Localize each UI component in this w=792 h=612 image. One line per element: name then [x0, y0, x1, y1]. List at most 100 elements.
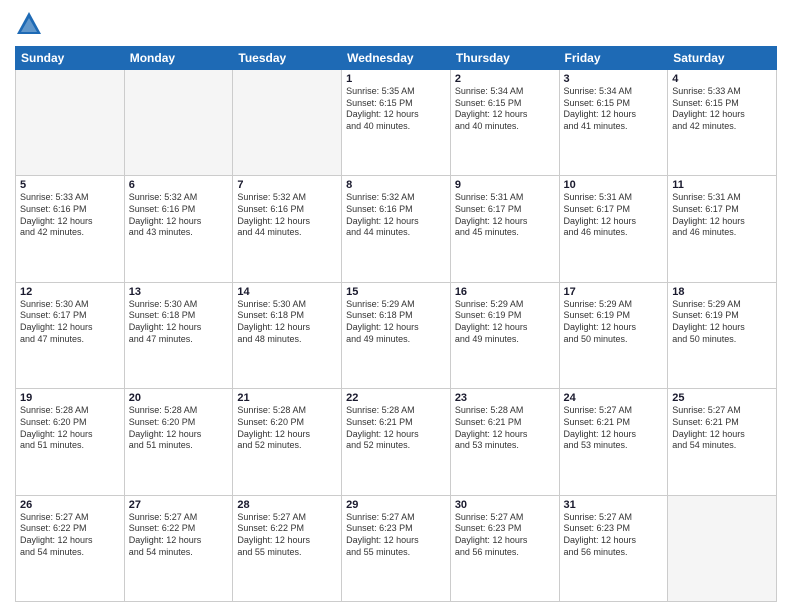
- day-info: Sunrise: 5:29 AMSunset: 6:19 PMDaylight:…: [564, 299, 664, 346]
- day-info: Sunrise: 5:32 AMSunset: 6:16 PMDaylight:…: [346, 192, 446, 239]
- day-info: Sunrise: 5:27 AMSunset: 6:23 PMDaylight:…: [455, 512, 555, 559]
- day-info: Sunrise: 5:31 AMSunset: 6:17 PMDaylight:…: [564, 192, 664, 239]
- calendar-cell: 8Sunrise: 5:32 AMSunset: 6:16 PMDaylight…: [342, 176, 451, 282]
- calendar-cell: 21Sunrise: 5:28 AMSunset: 6:20 PMDayligh…: [233, 389, 342, 495]
- calendar-cell: 23Sunrise: 5:28 AMSunset: 6:21 PMDayligh…: [450, 389, 559, 495]
- day-info: Sunrise: 5:27 AMSunset: 6:22 PMDaylight:…: [129, 512, 229, 559]
- calendar-cell: 27Sunrise: 5:27 AMSunset: 6:22 PMDayligh…: [124, 495, 233, 601]
- day-number: 3: [564, 73, 664, 85]
- day-info: Sunrise: 5:30 AMSunset: 6:17 PMDaylight:…: [20, 299, 120, 346]
- calendar-cell: 9Sunrise: 5:31 AMSunset: 6:17 PMDaylight…: [450, 176, 559, 282]
- col-header-friday: Friday: [559, 47, 668, 70]
- day-info: Sunrise: 5:33 AMSunset: 6:15 PMDaylight:…: [672, 86, 772, 133]
- calendar-cell: 17Sunrise: 5:29 AMSunset: 6:19 PMDayligh…: [559, 282, 668, 388]
- day-number: 23: [455, 392, 555, 404]
- calendar-cell: 11Sunrise: 5:31 AMSunset: 6:17 PMDayligh…: [668, 176, 777, 282]
- calendar-cell: 7Sunrise: 5:32 AMSunset: 6:16 PMDaylight…: [233, 176, 342, 282]
- day-info: Sunrise: 5:34 AMSunset: 6:15 PMDaylight:…: [455, 86, 555, 133]
- calendar-cell: 20Sunrise: 5:28 AMSunset: 6:20 PMDayligh…: [124, 389, 233, 495]
- day-number: 7: [237, 179, 337, 191]
- day-number: 28: [237, 499, 337, 511]
- day-info: Sunrise: 5:31 AMSunset: 6:17 PMDaylight:…: [455, 192, 555, 239]
- day-info: Sunrise: 5:28 AMSunset: 6:21 PMDaylight:…: [346, 405, 446, 452]
- day-info: Sunrise: 5:29 AMSunset: 6:19 PMDaylight:…: [672, 299, 772, 346]
- day-number: 16: [455, 286, 555, 298]
- calendar-cell: 2Sunrise: 5:34 AMSunset: 6:15 PMDaylight…: [450, 70, 559, 176]
- day-number: 5: [20, 179, 120, 191]
- day-info: Sunrise: 5:30 AMSunset: 6:18 PMDaylight:…: [129, 299, 229, 346]
- calendar-cell: 24Sunrise: 5:27 AMSunset: 6:21 PMDayligh…: [559, 389, 668, 495]
- day-info: Sunrise: 5:27 AMSunset: 6:23 PMDaylight:…: [564, 512, 664, 559]
- day-number: 26: [20, 499, 120, 511]
- day-info: Sunrise: 5:29 AMSunset: 6:19 PMDaylight:…: [455, 299, 555, 346]
- day-info: Sunrise: 5:34 AMSunset: 6:15 PMDaylight:…: [564, 86, 664, 133]
- day-info: Sunrise: 5:35 AMSunset: 6:15 PMDaylight:…: [346, 86, 446, 133]
- calendar-cell: 13Sunrise: 5:30 AMSunset: 6:18 PMDayligh…: [124, 282, 233, 388]
- day-info: Sunrise: 5:33 AMSunset: 6:16 PMDaylight:…: [20, 192, 120, 239]
- calendar-cell: 10Sunrise: 5:31 AMSunset: 6:17 PMDayligh…: [559, 176, 668, 282]
- col-header-thursday: Thursday: [450, 47, 559, 70]
- day-number: 30: [455, 499, 555, 511]
- day-info: Sunrise: 5:32 AMSunset: 6:16 PMDaylight:…: [129, 192, 229, 239]
- calendar-cell: 4Sunrise: 5:33 AMSunset: 6:15 PMDaylight…: [668, 70, 777, 176]
- day-info: Sunrise: 5:30 AMSunset: 6:18 PMDaylight:…: [237, 299, 337, 346]
- day-number: 12: [20, 286, 120, 298]
- calendar-cell: [668, 495, 777, 601]
- day-number: 14: [237, 286, 337, 298]
- day-number: 8: [346, 179, 446, 191]
- calendar-cell: 19Sunrise: 5:28 AMSunset: 6:20 PMDayligh…: [16, 389, 125, 495]
- day-info: Sunrise: 5:27 AMSunset: 6:22 PMDaylight:…: [20, 512, 120, 559]
- day-info: Sunrise: 5:31 AMSunset: 6:17 PMDaylight:…: [672, 192, 772, 239]
- day-info: Sunrise: 5:27 AMSunset: 6:21 PMDaylight:…: [564, 405, 664, 452]
- day-info: Sunrise: 5:28 AMSunset: 6:21 PMDaylight:…: [455, 405, 555, 452]
- day-number: 10: [564, 179, 664, 191]
- calendar-cell: 3Sunrise: 5:34 AMSunset: 6:15 PMDaylight…: [559, 70, 668, 176]
- day-number: 29: [346, 499, 446, 511]
- week-row-3: 12Sunrise: 5:30 AMSunset: 6:17 PMDayligh…: [16, 282, 777, 388]
- day-number: 1: [346, 73, 446, 85]
- calendar-cell: 22Sunrise: 5:28 AMSunset: 6:21 PMDayligh…: [342, 389, 451, 495]
- col-header-tuesday: Tuesday: [233, 47, 342, 70]
- calendar-cell: 29Sunrise: 5:27 AMSunset: 6:23 PMDayligh…: [342, 495, 451, 601]
- day-number: 27: [129, 499, 229, 511]
- calendar-cell: 31Sunrise: 5:27 AMSunset: 6:23 PMDayligh…: [559, 495, 668, 601]
- day-number: 19: [20, 392, 120, 404]
- week-row-5: 26Sunrise: 5:27 AMSunset: 6:22 PMDayligh…: [16, 495, 777, 601]
- day-number: 4: [672, 73, 772, 85]
- day-info: Sunrise: 5:29 AMSunset: 6:18 PMDaylight:…: [346, 299, 446, 346]
- logo: [15, 10, 47, 38]
- calendar-cell: 6Sunrise: 5:32 AMSunset: 6:16 PMDaylight…: [124, 176, 233, 282]
- calendar-cell: [16, 70, 125, 176]
- col-header-wednesday: Wednesday: [342, 47, 451, 70]
- day-number: 21: [237, 392, 337, 404]
- calendar-cell: 15Sunrise: 5:29 AMSunset: 6:18 PMDayligh…: [342, 282, 451, 388]
- calendar-cell: 16Sunrise: 5:29 AMSunset: 6:19 PMDayligh…: [450, 282, 559, 388]
- calendar-cell: 12Sunrise: 5:30 AMSunset: 6:17 PMDayligh…: [16, 282, 125, 388]
- day-number: 2: [455, 73, 555, 85]
- week-row-4: 19Sunrise: 5:28 AMSunset: 6:20 PMDayligh…: [16, 389, 777, 495]
- week-row-2: 5Sunrise: 5:33 AMSunset: 6:16 PMDaylight…: [16, 176, 777, 282]
- col-header-saturday: Saturday: [668, 47, 777, 70]
- calendar-cell: [233, 70, 342, 176]
- day-number: 20: [129, 392, 229, 404]
- col-header-monday: Monday: [124, 47, 233, 70]
- day-number: 6: [129, 179, 229, 191]
- col-header-sunday: Sunday: [16, 47, 125, 70]
- day-number: 17: [564, 286, 664, 298]
- calendar-cell: 25Sunrise: 5:27 AMSunset: 6:21 PMDayligh…: [668, 389, 777, 495]
- day-number: 22: [346, 392, 446, 404]
- day-number: 13: [129, 286, 229, 298]
- day-number: 9: [455, 179, 555, 191]
- calendar-cell: 28Sunrise: 5:27 AMSunset: 6:22 PMDayligh…: [233, 495, 342, 601]
- week-row-1: 1Sunrise: 5:35 AMSunset: 6:15 PMDaylight…: [16, 70, 777, 176]
- calendar-table: SundayMondayTuesdayWednesdayThursdayFrid…: [15, 46, 777, 602]
- day-number: 24: [564, 392, 664, 404]
- logo-icon: [15, 10, 43, 38]
- day-info: Sunrise: 5:27 AMSunset: 6:22 PMDaylight:…: [237, 512, 337, 559]
- day-number: 11: [672, 179, 772, 191]
- calendar-cell: 1Sunrise: 5:35 AMSunset: 6:15 PMDaylight…: [342, 70, 451, 176]
- calendar-cell: 26Sunrise: 5:27 AMSunset: 6:22 PMDayligh…: [16, 495, 125, 601]
- day-info: Sunrise: 5:28 AMSunset: 6:20 PMDaylight:…: [20, 405, 120, 452]
- calendar-cell: [124, 70, 233, 176]
- day-number: 18: [672, 286, 772, 298]
